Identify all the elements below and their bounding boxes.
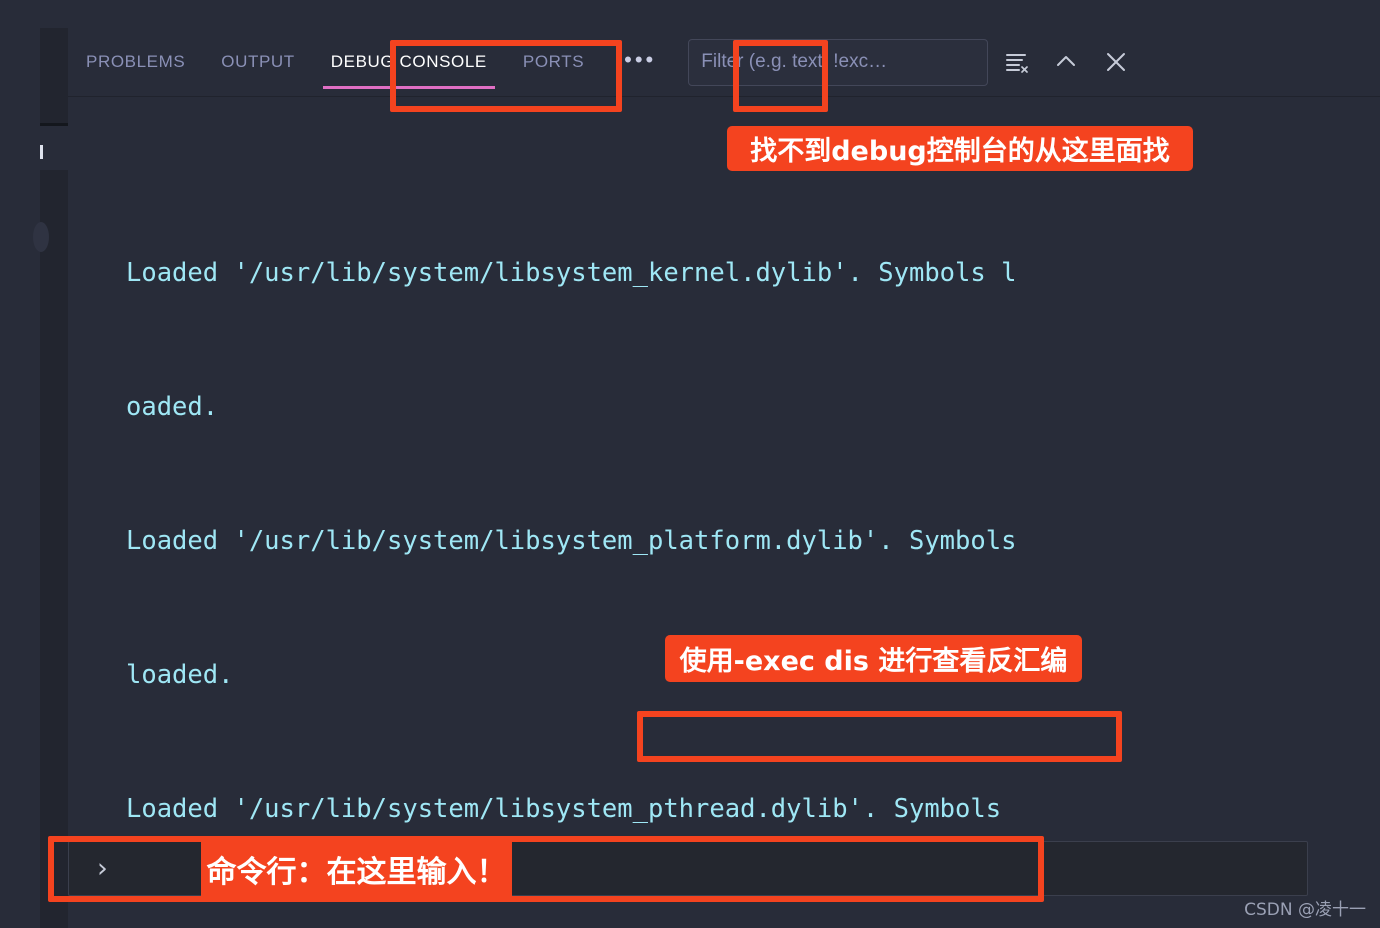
more-actions-icon[interactable]: •••: [608, 42, 672, 82]
watermark: CSDN @凌十一: [1244, 900, 1366, 920]
console-line: Loaded '/usr/lib/system/libsystem_pthrea…: [126, 794, 1002, 825]
debug-console-input[interactable]: [130, 842, 1307, 895]
editor-gutter-strip-bottom: [40, 218, 68, 928]
close-icon[interactable]: [1094, 40, 1138, 84]
debug-console-output[interactable]: Loaded '/usr/lib/system/libsystem_kernel…: [68, 96, 1308, 838]
clear-console-icon[interactable]: [994, 40, 1038, 84]
tab-problems[interactable]: PROBLEMS: [68, 28, 203, 96]
editor-gutter-strip-top: [40, 28, 68, 123]
chevron-up-icon[interactable]: [1044, 40, 1088, 84]
editor-gutter-bubble: [33, 222, 49, 252]
console-line: Loaded '/usr/lib/system/libsystem_platfo…: [126, 526, 1017, 556]
panel-header: PROBLEMS OUTPUT DEBUG CONSOLE PORTS •••: [68, 28, 1380, 96]
debug-console-panel: PROBLEMS OUTPUT DEBUG CONSOLE PORTS •••: [0, 0, 1380, 928]
tab-debug-console[interactable]: DEBUG CONSOLE: [313, 28, 505, 96]
console-line: loaded.: [126, 660, 234, 691]
console-line: Loaded '/usr/lib/system/libsystem_kernel…: [126, 257, 1017, 288]
tab-output[interactable]: OUTPUT: [203, 28, 312, 96]
editor-caret: [40, 145, 43, 159]
console-line: oaded.: [126, 391, 219, 422]
editor-gutter-strip-middle: [40, 170, 68, 218]
tab-ports[interactable]: PORTS: [505, 28, 602, 96]
editor-left-background: [0, 0, 40, 928]
debug-console-input-bar[interactable]: ›: [68, 841, 1308, 896]
prompt-chevron-icon: ›: [94, 853, 111, 884]
editor-gutter-divider: [40, 123, 68, 126]
filter-input[interactable]: [688, 38, 989, 86]
